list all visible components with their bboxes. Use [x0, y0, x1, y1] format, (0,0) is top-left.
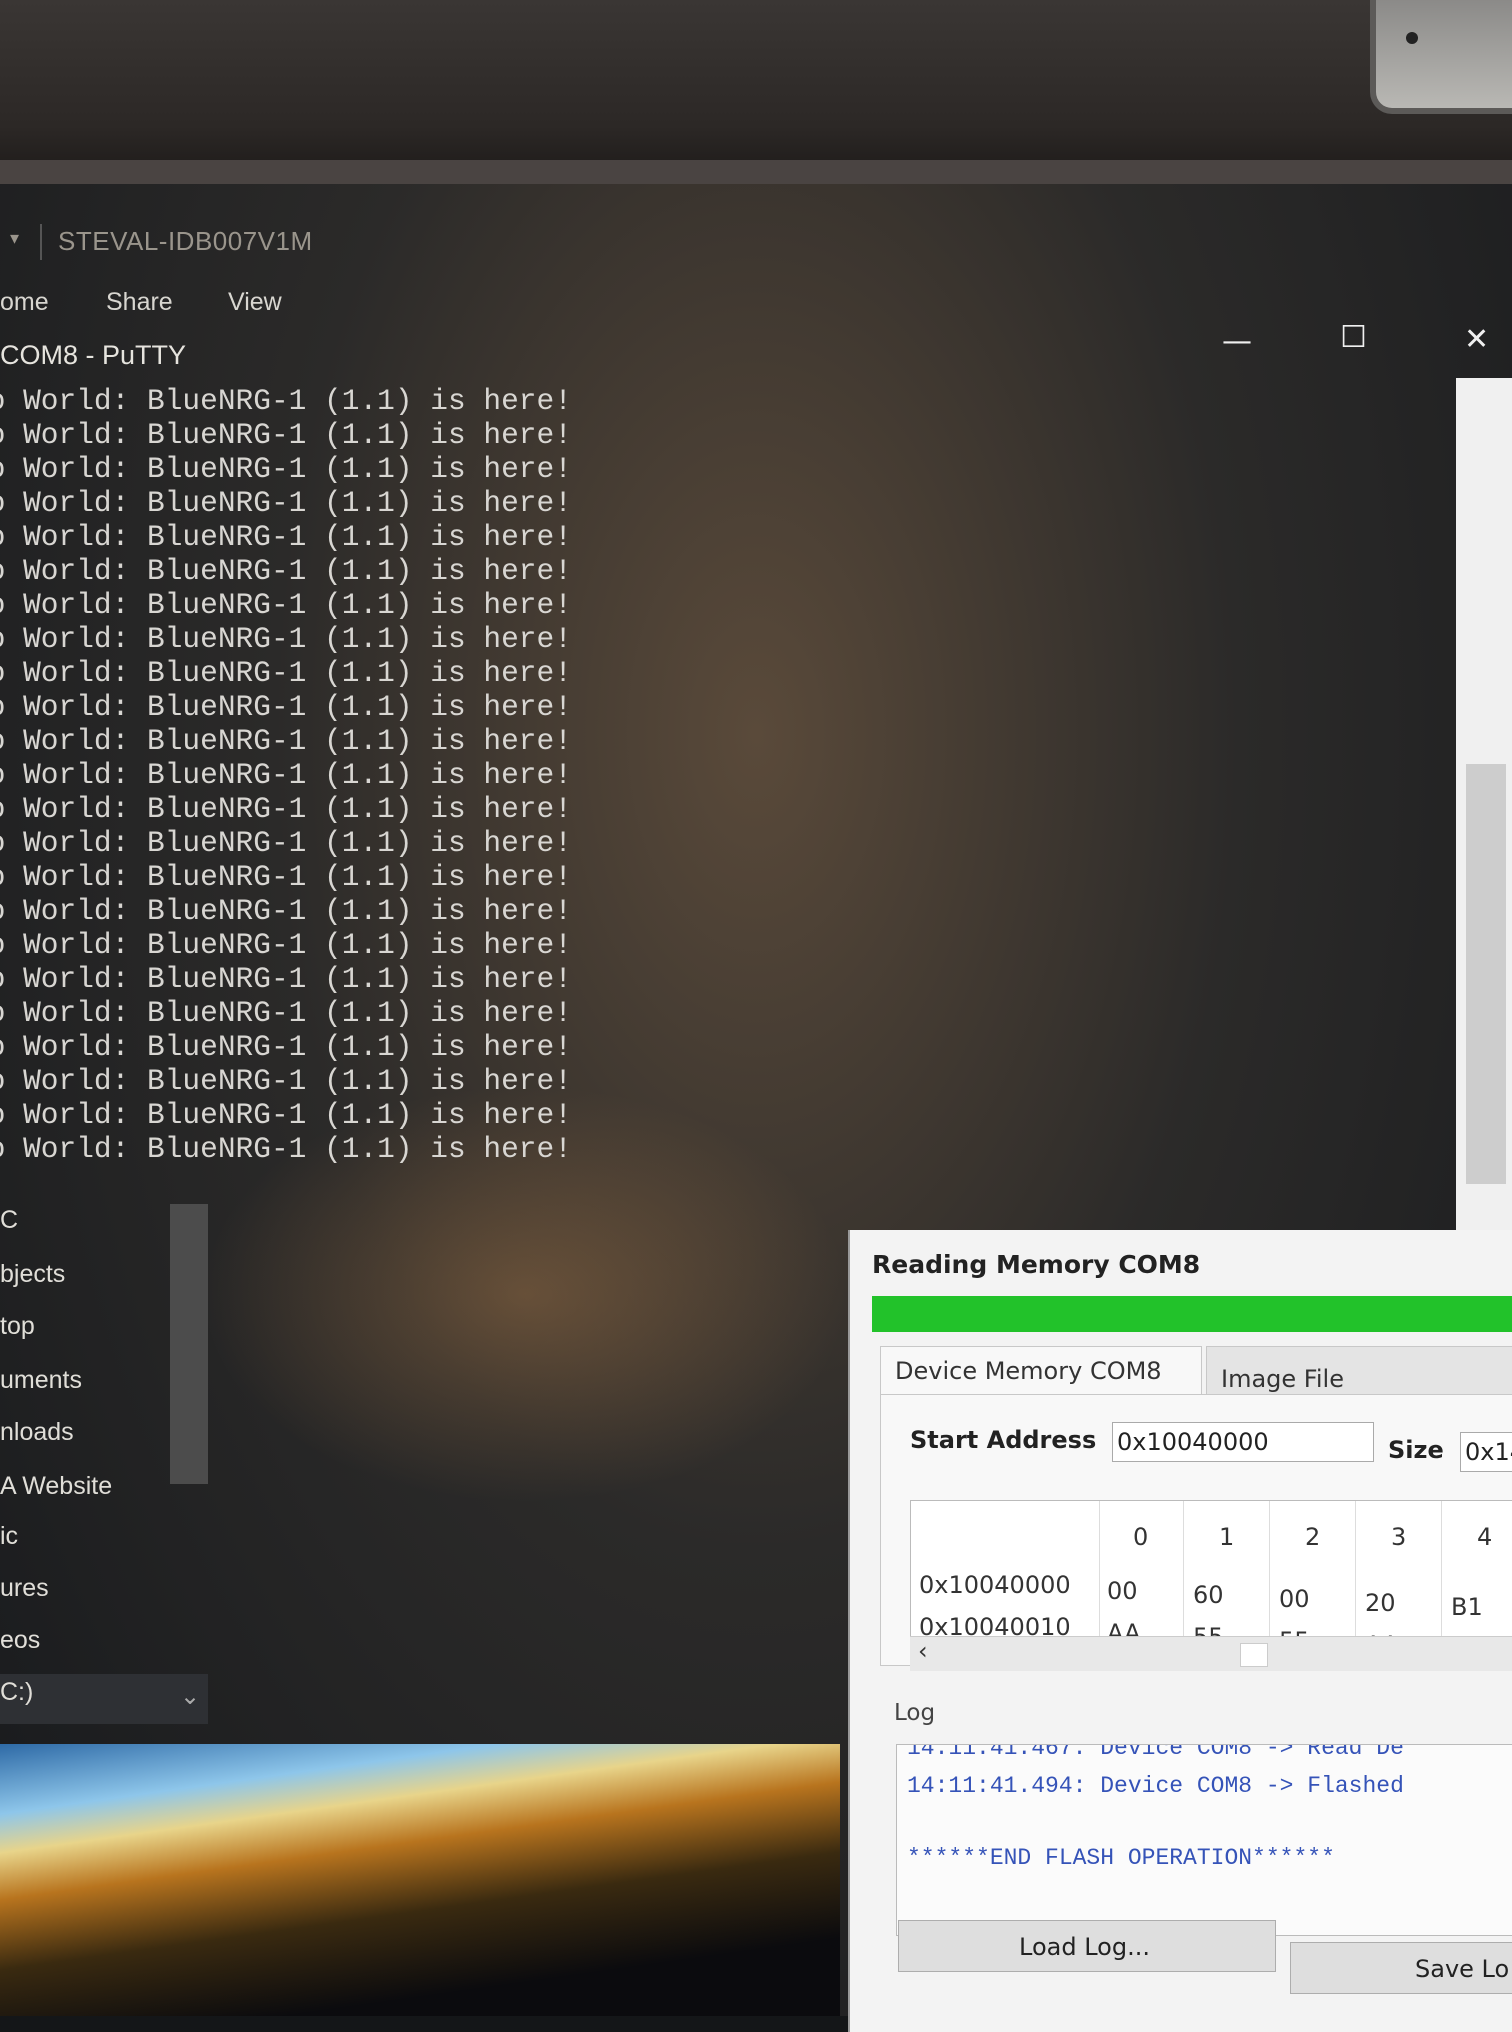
- nav-item-pc[interactable]: C: [0, 1206, 18, 1235]
- terminal-line: lo World: BlueNRG-1 (1.1) is here!: [0, 996, 572, 1030]
- log-line: 14:11:41.467: Device COM8 -> Read De: [907, 1744, 1404, 1761]
- size-input[interactable]: 0x14: [1460, 1432, 1512, 1472]
- putty-window-title: COM8 - PuTTY: [0, 340, 187, 370]
- save-log-label: Save Lo: [1415, 1955, 1510, 1983]
- grid-column-header: 1: [1219, 1523, 1235, 1551]
- terminal-line: lo World: BlueNRG-1 (1.1) is here!: [0, 418, 572, 452]
- size-label: Size: [1388, 1436, 1444, 1464]
- monitor-bezel-edge: [0, 160, 1512, 184]
- terminal-line: lo World: BlueNRG-1 (1.1) is here!: [0, 520, 572, 554]
- nav-item-desktop[interactable]: top: [0, 1312, 35, 1341]
- ribbon-tab-home[interactable]: ome: [0, 288, 49, 317]
- terminal-line: lo World: BlueNRG-1 (1.1) is here!: [0, 860, 572, 894]
- terminal-line: lo World: BlueNRG-1 (1.1) is here!: [0, 1030, 572, 1064]
- nav-item-videos[interactable]: eos: [0, 1626, 40, 1655]
- terminal-line: lo World: BlueNRG-1 (1.1) is here!: [0, 656, 572, 690]
- terminal-line: lo World: BlueNRG-1 (1.1) is here!: [0, 962, 572, 996]
- save-log-button[interactable]: Save Lo: [1290, 1942, 1512, 1994]
- nav-pane-scrollbar[interactable]: [170, 1204, 208, 1484]
- terminal-line: lo World: BlueNRG-1 (1.1) is here!: [0, 724, 572, 758]
- terminal-line: lo World: BlueNRG-1 (1.1) is here!: [0, 1098, 572, 1132]
- nav-item-pictures[interactable]: ures: [0, 1574, 49, 1603]
- byte-cell[interactable]: 00: [1279, 1585, 1310, 1613]
- terminal-line: lo World: BlueNRG-1 (1.1) is here!: [0, 894, 572, 928]
- terminal-line: lo World: BlueNRG-1 (1.1) is here!: [0, 588, 572, 622]
- explorer-window-title: STEVAL-IDB007V1M: [58, 226, 313, 256]
- read-progress-bar: [872, 1296, 1512, 1332]
- log-textarea[interactable]: 14:11:41.467: Device COM8 -> Read De 14:…: [896, 1744, 1512, 1936]
- terminal-line: lo World: BlueNRG-1 (1.1) is here!: [0, 792, 572, 826]
- terminal-line: lo World: BlueNRG-1 (1.1) is here!: [0, 1064, 572, 1098]
- grid-column-header: 2: [1305, 1523, 1321, 1551]
- putty-scrollbar-thumb[interactable]: [1466, 764, 1506, 1184]
- log-line: ******END FLASH OPERATION******: [907, 1845, 1335, 1871]
- nav-item-website[interactable]: A Website: [0, 1472, 112, 1501]
- scroll-left-arrow-icon[interactable]: ‹: [918, 1637, 928, 1665]
- terminal-line: lo World: BlueNRG-1 (1.1) is here!: [0, 622, 572, 656]
- load-log-button[interactable]: Load Log...: [898, 1920, 1276, 1972]
- start-address-input[interactable]: 0x10040000: [1112, 1422, 1374, 1462]
- log-line: 14:11:41.494: Device COM8 -> Flashed: [907, 1773, 1404, 1799]
- start-address-label: Start Address: [910, 1426, 1097, 1454]
- ribbon-tab-view[interactable]: View: [228, 288, 282, 317]
- flasher-dialog: Reading Memory COM8 Device Memory COM8 I…: [848, 1230, 1512, 2032]
- close-icon[interactable]: ✕: [1464, 322, 1489, 357]
- grid-scrollbar-thumb[interactable]: [1240, 1643, 1268, 1667]
- nav-item-documents[interactable]: uments: [0, 1366, 82, 1395]
- nav-item-music[interactable]: ic: [0, 1522, 18, 1551]
- terminal-line: lo World: BlueNRG-1 (1.1) is here!: [0, 486, 572, 520]
- terminal-line: lo World: BlueNRG-1 (1.1) is here!: [0, 384, 572, 418]
- nav-scroll-down-icon[interactable]: ⌄: [180, 1682, 200, 1710]
- start-address-value: 0x10040000: [1117, 1428, 1269, 1456]
- minimize-icon[interactable]: —: [1222, 324, 1252, 359]
- terminal-line: lo World: BlueNRG-1 (1.1) is here!: [0, 554, 572, 588]
- tab-image-file-label: Image File: [1221, 1365, 1344, 1393]
- byte-cell[interactable]: 00: [1107, 1577, 1138, 1605]
- quick-access-dropdown-icon[interactable]: ▾: [10, 228, 19, 249]
- ribbon-tab-share[interactable]: Share: [106, 288, 173, 317]
- webcam-clip: [1370, 0, 1512, 114]
- webcam-lens: [1406, 32, 1418, 44]
- terminal-line: lo World: BlueNRG-1 (1.1) is here!: [0, 690, 572, 724]
- dialog-title: Reading Memory COM8: [872, 1250, 1201, 1279]
- byte-cell[interactable]: B1: [1451, 1593, 1483, 1621]
- terminal-line: lo World: BlueNRG-1 (1.1) is here!: [0, 452, 572, 486]
- log-label: Log: [894, 1700, 936, 1726]
- size-value: 0x14: [1465, 1438, 1512, 1466]
- grid-column-header: 3: [1391, 1523, 1407, 1551]
- terminal-line: lo World: BlueNRG-1 (1.1) is here!: [0, 928, 572, 962]
- nav-item-downloads[interactable]: nloads: [0, 1418, 74, 1447]
- monitor-bezel: [0, 0, 1512, 180]
- tab-device-memory[interactable]: Device Memory COM8: [880, 1346, 1202, 1397]
- tab-image-file[interactable]: Image File: [1206, 1346, 1512, 1398]
- nav-item-3d-objects[interactable]: bjects: [0, 1260, 65, 1289]
- grid-column-header: 0: [1133, 1523, 1149, 1551]
- terminal-line: lo World: BlueNRG-1 (1.1) is here!: [0, 826, 572, 860]
- maximize-icon[interactable]: ☐: [1340, 320, 1367, 355]
- nav-item-local-disk[interactable]: C:): [0, 1678, 33, 1707]
- grid-horizontal-scrollbar[interactable]: ‹: [910, 1636, 1512, 1671]
- row-address: 0x10040000: [919, 1571, 1071, 1599]
- titlebar-separator: [40, 224, 42, 260]
- terminal-line: lo World: BlueNRG-1 (1.1) is here!: [0, 758, 572, 792]
- desktop-wallpaper: [0, 1744, 840, 2016]
- terminal-line: lo World: BlueNRG-1 (1.1) is here!: [0, 1132, 572, 1166]
- tab-device-memory-label: Device Memory COM8: [895, 1357, 1162, 1385]
- read-progress-fill: [872, 1296, 1512, 1332]
- grid-column-header: 4: [1477, 1523, 1493, 1551]
- byte-cell[interactable]: 20: [1365, 1589, 1396, 1617]
- byte-cell[interactable]: 60: [1193, 1581, 1224, 1609]
- load-log-label: Load Log...: [1019, 1933, 1150, 1961]
